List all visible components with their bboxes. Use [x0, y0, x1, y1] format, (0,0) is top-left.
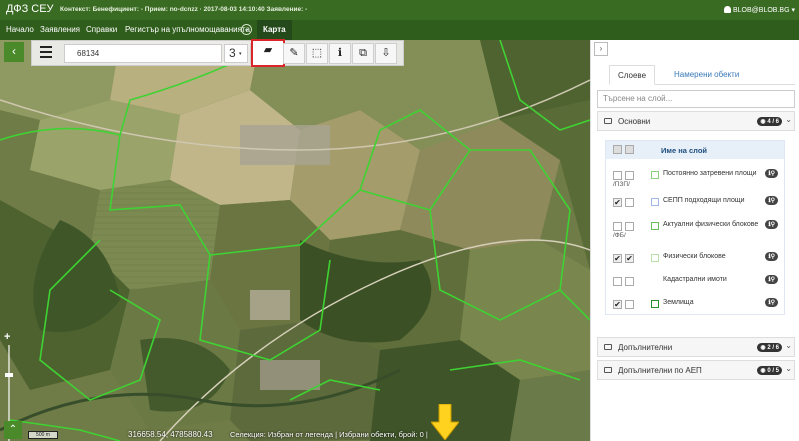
user-email: BLOB@BLOB.BG [733, 7, 790, 14]
layer-suffix: /ПЗП/ [613, 181, 630, 188]
scroll-up-button[interactable]: ⌃ [4, 421, 22, 439]
layer-info-icon[interactable]: ℹ⚲ [765, 252, 778, 261]
layer-visible-checkbox[interactable]: ✔ [613, 254, 622, 263]
pencil-icon[interactable]: ✎ [283, 43, 305, 64]
layer-select-checkbox[interactable] [625, 277, 634, 286]
satellite-imagery[interactable] [0, 40, 590, 441]
group-additional-aep[interactable]: Допълнителни по АЕП ◉ 0 / 5 ⌄ [597, 360, 795, 380]
layer-select-checkbox[interactable] [625, 300, 634, 309]
tab-layers[interactable]: Слоеве [609, 65, 656, 85]
chevron-down-icon[interactable]: ⌄ [241, 24, 252, 35]
nav-item-home[interactable]: Начало [6, 25, 34, 34]
menu-icon[interactable] [40, 46, 52, 61]
tab-found-objects[interactable]: Намерени обекти [666, 65, 747, 85]
layer-name: Кадастрални имоти [663, 276, 727, 283]
layer-info-icon[interactable]: ℹ⚲ [765, 298, 778, 307]
layer-info-icon[interactable]: ℹ⚲ [765, 169, 778, 178]
app-name: ДФЗ СЕУ [6, 3, 54, 15]
layer-color-swatch [651, 171, 659, 179]
layer-visible-checkbox[interactable] [613, 171, 622, 180]
layer-row[interactable]: Постоянно затревени площи /ПЗП/ ℹ⚲ [606, 165, 784, 188]
layer-table-header: Име на слой [606, 141, 784, 159]
nav-item-map[interactable]: Карта [257, 20, 292, 40]
layer-name: Землища [663, 299, 694, 306]
top-header: ДФЗ СЕУ Контекст: Бенефициент: - Прием: … [0, 0, 799, 20]
arrow-down-icon [431, 404, 459, 440]
nav-item-authorizations[interactable]: Регистър на упълномощаванията [125, 25, 250, 34]
group-additional[interactable]: Допълнителни ◉ 2 / 6 ⌄ [597, 337, 795, 357]
scale-bar: 500 m [28, 431, 58, 439]
layer-name: Постоянно затревени площи [663, 170, 757, 177]
layer-row[interactable]: Актуални физически блокове /ФБ/ ℹ⚲ [606, 216, 784, 239]
caret-down-icon: ▾ [239, 51, 242, 57]
user-menu[interactable]: BLOB@BLOB.BG ▾ [724, 6, 795, 14]
layer-info-icon[interactable]: ℹ⚲ [765, 275, 778, 284]
context-info: Контекст: Бенефициент: - Прием: no-dcnzz… [60, 6, 308, 13]
download-icon[interactable]: ⇩ [375, 43, 397, 64]
group-title: Допълнителни по АЕП [618, 366, 702, 375]
layer-info-icon[interactable]: ℹ⚲ [765, 196, 778, 205]
nav-item-applications[interactable]: Заявления [40, 25, 80, 34]
chevron-down-icon[interactable]: ⌄ [785, 115, 792, 124]
panel-tabs: Слоеве Намерени обекти [609, 65, 795, 85]
map-search-input[interactable]: 68134 [64, 44, 222, 63]
group-title: Основни [618, 117, 651, 126]
chevron-down-icon[interactable]: ⌄ [785, 341, 792, 350]
layer-info-icon[interactable]: ℹ⚲ [765, 220, 778, 229]
chevron-down-icon[interactable]: ⌄ [785, 364, 792, 373]
layers-copy-icon[interactable]: ⧉ [352, 43, 374, 64]
layer-color-swatch [651, 277, 659, 285]
parcel-select-icon[interactable]: ▰ [251, 39, 285, 67]
layer-select-checkbox[interactable] [625, 222, 634, 231]
layer-color-swatch [651, 222, 659, 230]
layer-name: Физически блокове [663, 253, 726, 260]
folder-icon [604, 118, 612, 124]
nav-item-reports[interactable]: Справки [86, 25, 117, 34]
selection-status: Селекция: Избран от легенда | Избрани об… [230, 430, 428, 439]
layer-table: Име на слой Постоянно затревени площи /П… [605, 140, 785, 315]
select-all-checkbox-2[interactable] [625, 145, 634, 154]
layer-color-swatch [651, 198, 659, 206]
group-title: Допълнителни [618, 343, 673, 352]
folder-icon [604, 367, 612, 373]
group-basic[interactable]: Основни ◉ 4 / 6 ⌄ [597, 111, 795, 131]
layer-color-swatch [651, 254, 659, 262]
layer-row[interactable]: ✔ СЕПП подходящи площи ℹ⚲ [606, 192, 784, 214]
visible-count-badge: ◉ 4 / 6 [757, 117, 782, 126]
info-icon[interactable]: ℹ [329, 43, 351, 64]
map-toolbar: 68134 3 ▾ ⚲ ▰ ✎ ⬚ ℹ ⧉ ⇩ [31, 39, 404, 67]
layer-select-checkbox[interactable] [625, 198, 634, 207]
layer-row[interactable]: Кадастрални имоти ℹ⚲ [606, 271, 784, 293]
map-view[interactable]: + – [0, 40, 590, 441]
layer-visible-checkbox[interactable]: ✔ [613, 198, 622, 207]
zoom-in-button[interactable]: + [4, 332, 14, 343]
layer-visible-checkbox[interactable] [613, 222, 622, 231]
zoom-select[interactable]: 3 ▾ [224, 44, 248, 63]
polygon-edit-icon[interactable]: ⬚ [306, 43, 328, 64]
layer-row[interactable]: ✔ Землища ℹ⚲ [606, 294, 784, 316]
column-header-layer-name: Име на слой [661, 146, 708, 155]
folder-icon [604, 344, 612, 350]
layer-search-input[interactable]: Търсене на слой... [597, 90, 795, 108]
layer-select-checkbox[interactable]: ✔ [625, 254, 634, 263]
layer-name: СЕПП подходящи площи [663, 197, 745, 204]
layer-color-swatch [651, 300, 659, 308]
main-nav: Начало Заявления Справки Регистър на упъ… [0, 20, 799, 40]
visible-count-badge: ◉ 0 / 5 [757, 366, 782, 375]
layer-suffix: /ФБ/ [613, 232, 626, 239]
user-icon [724, 6, 731, 13]
zoom-level-value: 3 [229, 46, 236, 60]
layer-visible-checkbox[interactable] [613, 277, 622, 286]
layer-visible-checkbox[interactable]: ✔ [613, 300, 622, 309]
layer-select-checkbox[interactable] [625, 171, 634, 180]
zoom-handle[interactable] [5, 373, 13, 377]
collapse-panel-button[interactable]: › [594, 42, 608, 56]
visible-count-badge: ◉ 2 / 6 [757, 343, 782, 352]
coordinates-readout: 316658.54, 4785880.43 [128, 430, 213, 439]
select-all-checkbox[interactable] [613, 145, 622, 154]
back-button[interactable]: ‹ [4, 42, 24, 62]
layer-name: Актуални физически блокове [663, 221, 759, 228]
layer-row[interactable]: ✔ ✔ Физически блокове ℹ⚲ [606, 248, 784, 270]
